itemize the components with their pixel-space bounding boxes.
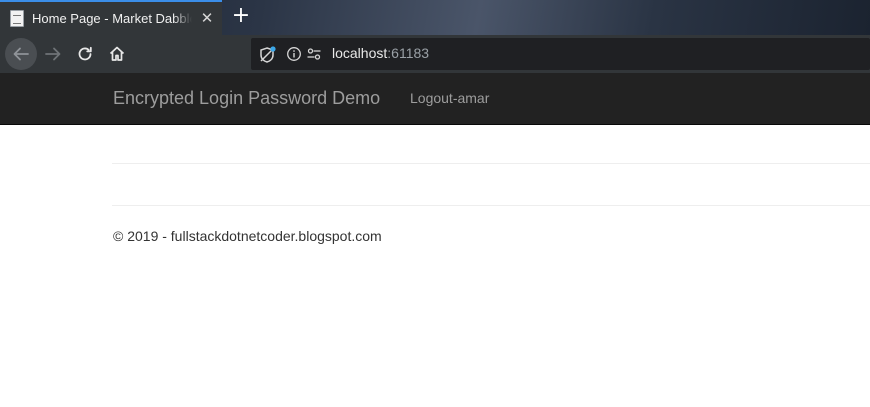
address-bar[interactable]: localhost:61183 [251,38,870,70]
home-button[interactable] [101,38,133,70]
browser-tab-strip: Home Page - Market Dabblers ✕ + [0,0,870,35]
info-icon[interactable] [286,46,302,62]
new-tab-button[interactable]: + [228,3,254,29]
content-divider [112,163,870,164]
url-text: localhost:61183 [332,45,429,61]
tab-title: Home Page - Market Dabblers [32,11,192,26]
site-navbar: Encrypted Login Password Demo Logout-ama… [0,73,870,125]
reload-button[interactable] [69,38,101,70]
back-button[interactable] [5,38,37,70]
arrow-left-icon [13,47,29,61]
url-host: localhost [332,45,388,61]
footer-copyright: © 2019 - fullstackdotnetcoder.blogspot.c… [113,228,382,244]
reload-icon [78,46,92,61]
browser-tab-active[interactable]: Home Page - Market Dabblers ✕ [0,0,222,35]
page-icon [10,10,24,27]
url-port: :61183 [387,45,430,61]
home-icon [109,46,125,61]
browser-toolbar: localhost:61183 [0,35,870,73]
arrow-right-icon [45,47,61,61]
logout-link[interactable]: Logout-amar [410,90,489,106]
close-icon[interactable]: ✕ [199,10,215,26]
tracking-protection-icon[interactable] [258,46,276,63]
permissions-icon[interactable] [306,46,322,62]
footer-divider [112,205,870,206]
forward-button[interactable] [37,38,69,70]
navbar-brand[interactable]: Encrypted Login Password Demo [113,88,380,109]
